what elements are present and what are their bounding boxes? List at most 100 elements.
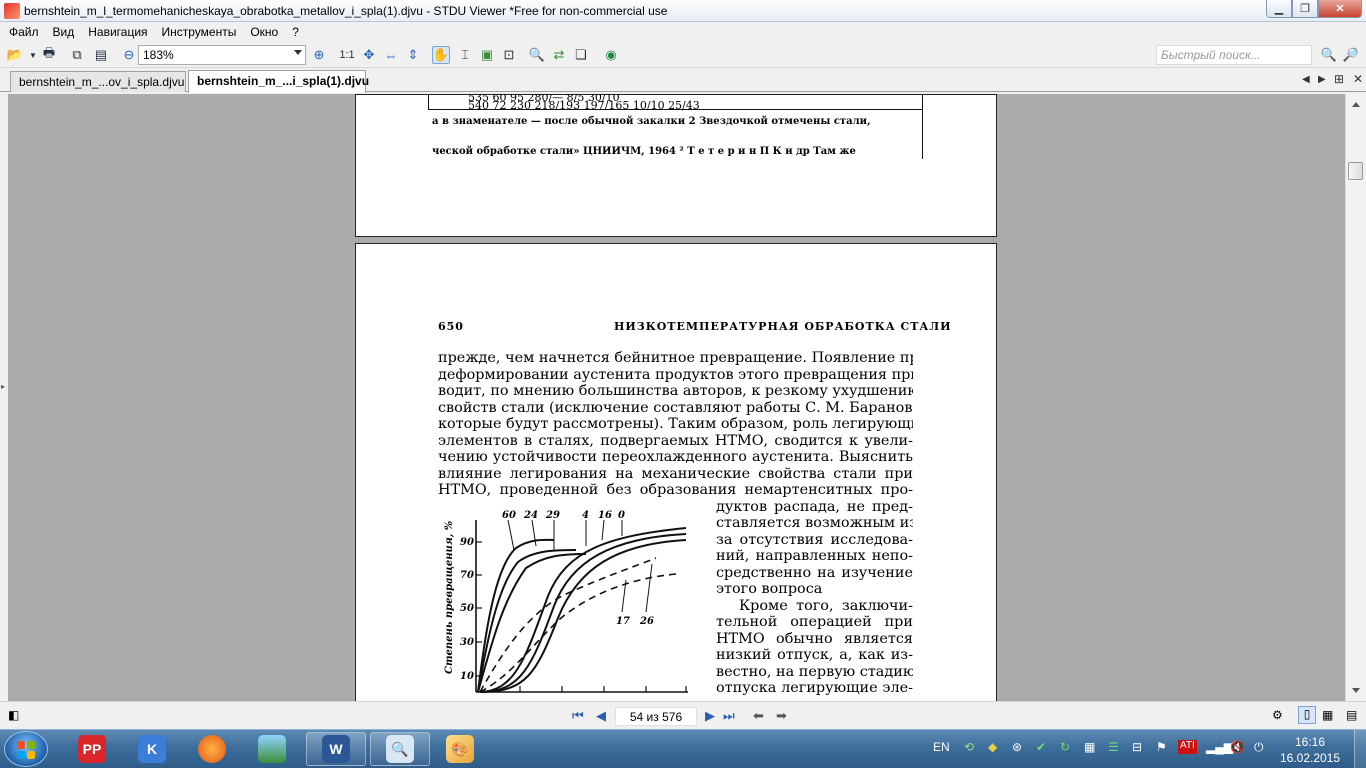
- restore-button[interactable]: ❐: [1292, 0, 1318, 18]
- document-page-53: 535 60 95 280/— 8/5 30/10 540 72 230 218…: [355, 94, 997, 237]
- minimize-button[interactable]: ▁: [1266, 0, 1292, 18]
- taskbar-word[interactable]: W: [306, 732, 366, 766]
- fit-page-icon[interactable]: ✥: [360, 46, 378, 64]
- tab-close-icon[interactable]: ✕: [1353, 72, 1363, 86]
- tab-prev-icon[interactable]: ◀: [1302, 74, 1310, 85]
- text-line: вестно, на первую стадию: [716, 663, 913, 680]
- ati-icon[interactable]: ATI: [1178, 740, 1197, 754]
- zoom-value: 183%: [143, 48, 174, 62]
- taskbar-paint[interactable]: 🎨: [432, 732, 488, 766]
- open-folder-icon[interactable]: 📂: [6, 46, 24, 64]
- close-button[interactable]: ✕: [1318, 0, 1362, 18]
- tray-icon[interactable]: ▦: [1084, 740, 1095, 768]
- menu-window[interactable]: Окно: [243, 25, 285, 39]
- tab-document-2[interactable]: bernshtein_m_...i_spla(1).djvu: [188, 70, 369, 93]
- vertical-scrollbar[interactable]: [1345, 94, 1366, 701]
- search-next-icon[interactable]: 🔎: [1342, 46, 1360, 64]
- taskbar-app-1[interactable]: PP: [64, 732, 120, 766]
- update-icon[interactable]: ◉: [602, 46, 620, 64]
- fit-height-icon[interactable]: ⇕: [404, 46, 422, 64]
- page-number-input[interactable]: 54 из 576: [615, 707, 697, 726]
- single-page-view-icon[interactable]: ▯: [1298, 706, 1316, 724]
- tray-icon[interactable]: ⟲: [964, 740, 974, 768]
- curve-label: 29: [545, 510, 560, 521]
- text-line: ний, направленных непо-: [716, 548, 913, 564]
- taskbar-firefox[interactable]: [184, 732, 240, 766]
- scroll-down-icon[interactable]: [1352, 688, 1360, 693]
- tab-document-1[interactable]: bernshtein_m_...ov_i_spla.djvu: [10, 71, 186, 92]
- tray-icon[interactable]: ☰: [1108, 740, 1119, 768]
- power-icon[interactable]: ⏻: [1254, 740, 1264, 768]
- language-indicator[interactable]: EN: [933, 740, 950, 768]
- snapshot-icon[interactable]: ⊡: [500, 46, 518, 64]
- document-viewport[interactable]: 535 60 95 280/— 8/5 30/10 540 72 230 218…: [8, 94, 1345, 701]
- side-panel-handle[interactable]: ▸: [0, 94, 8, 701]
- search-icon[interactable]: 🔍: [1320, 46, 1338, 64]
- text-line: НТМО, проведенной без образования немарт…: [438, 482, 913, 498]
- tab-next-icon[interactable]: ▶: [1318, 74, 1326, 85]
- last-page-icon[interactable]: ⏭: [723, 708, 735, 724]
- menu-file[interactable]: Файл: [2, 25, 46, 39]
- zoom-out-icon[interactable]: ⊖: [120, 46, 138, 64]
- expand-panel-icon[interactable]: ▸: [1, 382, 5, 391]
- actual-size-button[interactable]: 1:1: [338, 46, 356, 64]
- curve-label: 17: [616, 616, 630, 627]
- toolbar: 📂 ▼ 🖶 ⧉ ▤ ⊖ 183% ⊕ 1:1 ✥ ⇔ ⇕ ✋ ⌶ ▣ ⊡ 🔍 ⇄…: [0, 42, 1366, 68]
- app-logo-icon: PP: [78, 735, 106, 763]
- tray-icon[interactable]: ⊟: [1132, 740, 1142, 768]
- print-icon[interactable]: 🖶: [40, 45, 58, 64]
- previous-page-icon[interactable]: ◀: [596, 708, 606, 724]
- menu-navigation[interactable]: Навигация: [81, 25, 154, 39]
- zoom-select[interactable]: 183%: [138, 45, 306, 65]
- image-select-icon[interactable]: ▣: [478, 46, 496, 64]
- start-button[interactable]: [4, 731, 48, 767]
- text-line: прежде, чем начнется бейнитное превращен…: [438, 350, 913, 366]
- find-icon[interactable]: 🔍: [528, 46, 546, 64]
- zoom-in-icon[interactable]: ⊕: [310, 46, 328, 64]
- system-clock[interactable]: 16:16 16.02.2015: [1278, 734, 1342, 766]
- hand-tool-icon[interactable]: ✋: [432, 46, 450, 64]
- tab-list-icon[interactable]: ⊞: [1334, 72, 1344, 86]
- scroll-thumb[interactable]: [1348, 162, 1363, 180]
- history-forward-icon[interactable]: ➡: [776, 708, 787, 724]
- curve-label: 4: [582, 510, 589, 521]
- figure-transformation-curves: Степень превращения, % 90 70 50 30 10 60…: [444, 510, 688, 693]
- settings-icon[interactable]: ⚙: [1272, 708, 1283, 722]
- history-back-icon[interactable]: ⬅: [753, 708, 764, 724]
- text-select-icon[interactable]: ⌶: [456, 46, 474, 64]
- taskbar-stdu-viewer[interactable]: 🔍: [370, 732, 430, 766]
- figure-ylabel: Степень превращения, %: [444, 520, 455, 674]
- export-page-icon[interactable]: ⧉: [68, 46, 86, 64]
- sync-icon[interactable]: ↻: [1060, 740, 1070, 768]
- first-page-icon[interactable]: ⏮: [572, 708, 584, 724]
- network-signal-icon[interactable]: ▂▄▆: [1206, 740, 1233, 768]
- thumbnails-icon[interactable]: ▤: [92, 46, 110, 64]
- find-next-icon[interactable]: ⇄: [550, 46, 568, 64]
- menu-view[interactable]: Вид: [46, 25, 82, 39]
- steam-icon[interactable]: ⊛: [1012, 740, 1022, 768]
- two-page-view-icon[interactable]: ▦: [1322, 708, 1333, 722]
- text-line: отпуска легирующие эле-: [716, 680, 913, 696]
- action-center-flag-icon[interactable]: ⚑: [1156, 740, 1167, 768]
- running-head: НИЗКОТЕМПЕРАТУРНАЯ ОБРАБОТКА СТАЛИ: [614, 320, 952, 333]
- copy-icon[interactable]: ❏: [572, 46, 590, 64]
- menu-tools[interactable]: Инструменты: [155, 25, 244, 39]
- firefox-icon: [198, 735, 226, 763]
- panel-toggle-icon[interactable]: ◧: [8, 708, 19, 722]
- status-bar: ◧ ⏮ ◀ 54 из 576 ▶ ⏭ ⬅ ➡ ⚙ ▯ ▦ ▤: [0, 701, 1366, 729]
- show-desktop-button[interactable]: [1354, 730, 1366, 768]
- taskbar-app-2[interactable]: K: [124, 732, 180, 766]
- continuous-view-icon[interactable]: ▤: [1346, 708, 1357, 722]
- quick-search-input[interactable]: Быстрый поиск...: [1156, 45, 1312, 65]
- app-icon: [4, 3, 20, 19]
- menu-bar: Файл Вид Навигация Инструменты Окно ?: [0, 22, 1366, 42]
- tray-icon[interactable]: ◆: [988, 740, 997, 768]
- volume-muted-icon[interactable]: 🔇: [1230, 740, 1245, 768]
- scroll-up-icon[interactable]: [1352, 102, 1360, 107]
- next-page-icon[interactable]: ▶: [705, 708, 715, 724]
- menu-help[interactable]: ?: [285, 25, 306, 39]
- taskbar-photos[interactable]: [244, 732, 300, 766]
- clock-date: 16.02.2015: [1279, 751, 1341, 765]
- tray-icon[interactable]: ✔: [1036, 740, 1046, 768]
- fit-width-icon[interactable]: ⇔: [382, 46, 400, 64]
